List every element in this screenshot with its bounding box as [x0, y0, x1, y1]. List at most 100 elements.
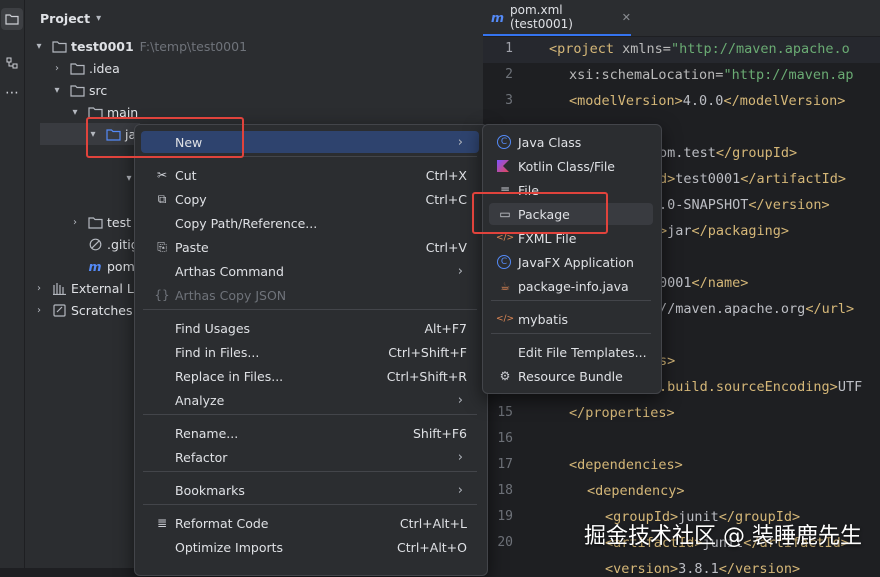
- menu-item-replace-in-files[interactable]: Replace in Files... Ctrl+Shift+R: [141, 365, 479, 387]
- menu-item-label: Analyze: [175, 392, 225, 408]
- folder-icon: [69, 60, 85, 76]
- menu-separator: [143, 471, 477, 472]
- tree-item-main[interactable]: ▾ main: [69, 101, 138, 123]
- tree-item-idea[interactable]: › .idea: [51, 57, 120, 79]
- menu-item-analyze[interactable]: Analyze ›: [141, 389, 479, 411]
- tree-item-test[interactable]: › test: [69, 211, 131, 233]
- chevron-right-icon: ›: [457, 482, 463, 498]
- folder-icon: [69, 82, 85, 98]
- mybatis-icon: </>: [495, 314, 515, 324]
- chevron-down-icon[interactable]: ▾: [51, 85, 63, 96]
- menu-item-find-usages[interactable]: Find Usages Alt+F7: [141, 317, 479, 339]
- chevron-right-icon[interactable]: ›: [33, 283, 45, 294]
- submenu-item-mybatis[interactable]: </> mybatis: [489, 308, 653, 330]
- code-line: <dependencies>: [569, 457, 683, 473]
- chevron-right-icon[interactable]: ›: [33, 305, 45, 316]
- gitignore-icon: [87, 236, 103, 252]
- submenu-item-javafx-application[interactable]: C JavaFX Application: [489, 251, 653, 273]
- menu-item-cut[interactable]: ✂ Cut Ctrl+X: [141, 164, 479, 186]
- chevron-right-icon: ›: [457, 449, 463, 465]
- structure-tool-icon[interactable]: [1, 52, 23, 74]
- menu-item-reformat-code[interactable]: ≣ Reformat Code Ctrl+Alt+L: [141, 512, 479, 534]
- submenu-item-package[interactable]: ▭ Package: [489, 203, 653, 225]
- copy-icon: ⧉: [157, 191, 167, 206]
- submenu-item-kotlin-class-file[interactable]: Kotlin Class/File: [489, 155, 653, 177]
- submenu-item-package-info-java[interactable]: ☕ package-info.java: [489, 275, 653, 297]
- menu-item-label: Find in Files...: [175, 344, 260, 360]
- menu-item-label: Reformat Code: [175, 515, 269, 531]
- menu-item-shortcut: Ctrl+Alt+O: [397, 539, 467, 555]
- menu-item-copy[interactable]: ⧉ Copy Ctrl+C: [141, 188, 479, 210]
- submenu-item-label: File: [518, 182, 539, 198]
- maven-icon: m: [491, 9, 505, 25]
- menu-item-bookmarks[interactable]: Bookmarks ›: [141, 479, 479, 501]
- menu-item-find-in-files[interactable]: Find in Files... Ctrl+Shift+F: [141, 341, 479, 363]
- folder-icon: [87, 104, 103, 120]
- menu-item-shortcut: Ctrl+Alt+L: [399, 515, 467, 531]
- submenu-item-java-class[interactable]: C Java Class: [489, 131, 653, 153]
- menu-item-label: Refactor: [175, 449, 228, 465]
- project-title[interactable]: Project: [40, 11, 90, 26]
- project-tool-icon[interactable]: [1, 8, 23, 30]
- tree-item-label: test0001: [71, 38, 134, 54]
- tree-item-label: .idea: [89, 60, 120, 76]
- menu-separator: [143, 156, 477, 157]
- line-number: 1: [505, 41, 513, 56]
- chevron-down-icon[interactable]: ▾: [96, 13, 101, 24]
- chevron-down-icon[interactable]: ▾: [33, 41, 45, 52]
- menu-separator: [491, 300, 651, 301]
- code-line: d>test0001</artifactId>: [659, 171, 846, 187]
- menu-item-arthas-command[interactable]: Arthas Command ›: [141, 260, 479, 282]
- submenu-item-file[interactable]: ≡ File: [489, 179, 653, 201]
- menu-separator: [143, 414, 477, 415]
- tree-item-label: src: [89, 82, 108, 98]
- package-info-icon: ☕: [500, 279, 510, 293]
- code-line: <version>3.8.1</version>: [605, 561, 801, 577]
- submenu-item-edit-file-templates[interactable]: Edit File Templates...: [489, 341, 653, 363]
- menu-item-new[interactable]: New ›: [141, 131, 479, 153]
- paste-icon: ⎘: [157, 239, 167, 254]
- more-tools-icon[interactable]: ⋯: [1, 82, 23, 104]
- chevron-right-icon: ›: [457, 134, 463, 150]
- scissors-icon: ✂: [156, 168, 168, 182]
- tree-item-root[interactable]: ▾ test0001 F:\temp\test0001: [33, 35, 247, 57]
- tree-item-external-libraries[interactable]: › External Lil: [33, 277, 141, 299]
- chevron-down-icon[interactable]: ▾: [69, 107, 81, 118]
- submenu-item-fxml-file[interactable]: </> FXML File: [489, 227, 653, 249]
- tab-label: pom.xml (test0001): [510, 3, 573, 31]
- menu-item-copy-path-reference[interactable]: Copy Path/Reference...: [141, 212, 479, 234]
- chevron-right-icon: ›: [457, 392, 463, 408]
- library-icon: [51, 280, 67, 296]
- menu-item-paste[interactable]: ⎘ Paste Ctrl+V: [141, 236, 479, 258]
- chevron-right-icon[interactable]: ›: [69, 217, 81, 228]
- chevron-down-icon[interactable]: ▾: [87, 129, 99, 140]
- tree-item-label: main: [107, 104, 139, 120]
- menu-item-refactor[interactable]: Refactor ›: [141, 446, 479, 468]
- fxml-icon: </>: [495, 233, 515, 243]
- menu-item-label: Cut: [175, 167, 197, 183]
- code-line: <modelVersion>4.0.0</modelVersion>: [569, 93, 846, 109]
- editor-tab-bar: m pom.xml (test0001) ✕: [483, 0, 880, 37]
- menu-item-rename[interactable]: Rename... Shift+F6: [141, 422, 479, 444]
- menu-separator: [491, 333, 651, 334]
- tree-item-scratches[interactable]: › Scratches a: [33, 299, 144, 321]
- braces-icon: {}: [154, 288, 170, 302]
- menu-separator: [143, 309, 477, 310]
- submenu-item-label: mybatis: [518, 311, 569, 327]
- code-line: .0-SNAPSHOT</version>: [659, 197, 830, 213]
- menu-item-optimize-imports[interactable]: Optimize Imports Ctrl+Alt+O: [141, 536, 479, 558]
- code-line: xsi:schemaLocation="http://maven.ap: [569, 67, 854, 83]
- submenu-item-resource-bundle[interactable]: ⚙ Resource Bundle: [489, 365, 653, 387]
- tree-item-src[interactable]: ▾ src: [51, 79, 107, 101]
- tree-item-java[interactable]: ▾ ja: [40, 123, 140, 145]
- menu-item-arthas-copy-json: {} Arthas Copy JSON: [141, 284, 479, 306]
- menu-item-shortcut: Alt+F7: [424, 320, 467, 336]
- submenu-item-label: FXML File: [518, 230, 577, 246]
- tab-pom-xml[interactable]: m pom.xml (test0001) ✕: [483, 0, 631, 36]
- java-class-icon: C: [497, 135, 511, 149]
- close-icon[interactable]: ✕: [622, 11, 631, 24]
- watermark: 掘金技术社区 @ 装睡鹿先生: [584, 524, 862, 549]
- project-context-menu: New › ✂ Cut Ctrl+X ⧉ Copy Ctrl+C Copy Path/Refer…: [134, 124, 488, 576]
- chevron-right-icon[interactable]: ›: [51, 63, 63, 74]
- menu-item-label: Paste: [175, 239, 209, 255]
